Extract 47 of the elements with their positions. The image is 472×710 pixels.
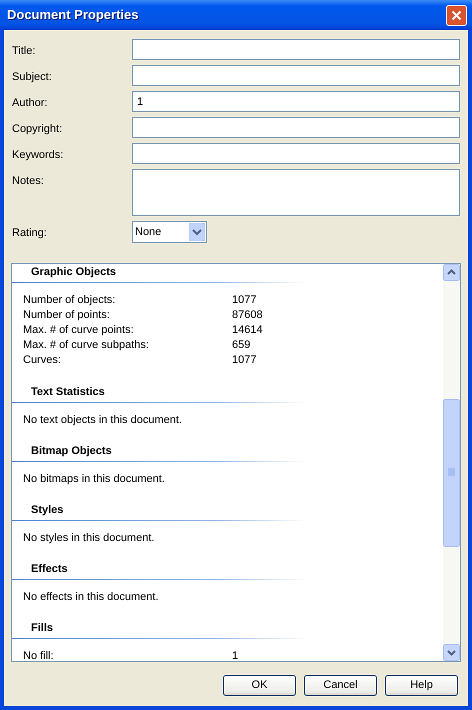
text-field[interactable] <box>132 65 460 86</box>
scroll-down-icon[interactable] <box>443 644 460 661</box>
field-label: Subject: <box>12 70 53 85</box>
property-label: Max. # of curve subpaths: <box>23 338 150 353</box>
property-label: Number of objects: <box>23 293 116 308</box>
property-value: 659 <box>232 338 250 353</box>
property-label: Max. # of curve points: <box>23 323 135 338</box>
dialog-button[interactable]: Cancel <box>304 675 377 696</box>
chevron-down-icon <box>189 223 205 241</box>
notes-field[interactable] <box>132 169 460 216</box>
dialog-button[interactable]: OK <box>223 675 296 696</box>
section-message: No effects in this document. <box>23 590 160 604</box>
field-label: Keywords: <box>12 148 64 163</box>
scrollbar[interactable] <box>443 264 460 661</box>
property-label: Curves: <box>23 353 62 368</box>
close-button[interactable] <box>446 4 467 26</box>
text-field[interactable] <box>132 117 460 138</box>
close-icon <box>451 10 462 20</box>
scroll-up-icon[interactable] <box>443 264 460 281</box>
property-value: 1077 <box>232 353 256 368</box>
section-heading: Effects <box>31 562 69 576</box>
rating-dropdown[interactable]: None <box>132 221 207 243</box>
property-label: No fill: <box>23 649 55 661</box>
section-heading: Styles <box>31 503 64 517</box>
text-field[interactable] <box>132 143 460 164</box>
section-heading: Bitmap Objects <box>31 444 113 458</box>
property-value: 1077 <box>232 293 256 308</box>
property-value: 1 <box>232 649 238 661</box>
section-heading: Text Statistics <box>31 385 106 399</box>
field-label: Rating: <box>12 226 48 241</box>
section-message: No text objects in this document. <box>23 413 183 427</box>
section-heading: Graphic Objects <box>31 265 117 279</box>
section-message: No bitmaps in this document. <box>23 472 166 486</box>
scroll-thumb[interactable] <box>443 399 460 547</box>
field-label: Notes: <box>12 174 45 189</box>
dialog-button[interactable]: Help <box>385 675 458 696</box>
field-label: Author: <box>12 96 48 111</box>
text-field[interactable] <box>132 39 460 60</box>
window-title: Document Properties <box>7 6 138 24</box>
property-value: 14614 <box>232 323 263 338</box>
property-label: Number of points: <box>23 308 111 323</box>
field-label: Copyright: <box>12 122 64 137</box>
section-message: No styles in this document. <box>23 531 156 545</box>
section-heading: Fills <box>31 621 54 635</box>
text-field[interactable]: 1 <box>132 91 460 112</box>
property-value: 87608 <box>232 308 263 323</box>
field-label: Title: <box>12 44 36 59</box>
